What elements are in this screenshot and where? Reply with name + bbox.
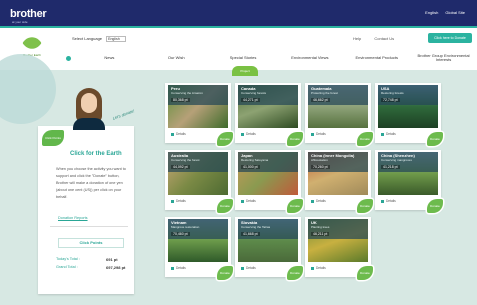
card-points: 44,271 pt: [241, 98, 260, 102]
card-points: 80,368 pt: [171, 98, 190, 102]
language-select[interactable]: Select Language English: [72, 36, 127, 42]
card-subtitle: Restoring forests: [381, 91, 404, 95]
project-card-japan[interactable]: Japan Restoring Satoyama 41,000 pt Detai…: [235, 150, 303, 213]
project-card-slovakia[interactable]: Slovakia Conserving the Tatras 41,668 pt…: [235, 217, 303, 280]
card-points: 44,092 pt: [171, 165, 190, 169]
click-points-button[interactable]: Click Points: [58, 238, 124, 248]
details-icon: [311, 199, 314, 203]
details-link[interactable]: Details: [381, 132, 396, 136]
details-link[interactable]: Details: [171, 199, 186, 203]
project-card-australia[interactable]: Australia Conserving the forest 44,092 p…: [165, 150, 233, 213]
brand-tagline: at your side: [12, 20, 28, 24]
details-link[interactable]: Details: [311, 199, 326, 203]
details-icon: [311, 266, 314, 270]
details-icon: [241, 132, 244, 136]
card-points: 41,218 pt: [381, 165, 400, 169]
card-subtitle: Conserving the Amazon: [171, 91, 203, 95]
details-link[interactable]: Details: [241, 266, 256, 270]
donation-reports-link[interactable]: Donation Reports: [58, 216, 88, 220]
sidebar-divider: [50, 226, 128, 227]
main-menu: News Our Wish Special Stories Environmen…: [60, 50, 477, 66]
card-subtitle: Afforestation: [311, 158, 328, 162]
home-icon: [66, 55, 71, 61]
card-subtitle: Protecting the forest: [311, 91, 338, 95]
language-select-label: Select Language: [72, 36, 103, 42]
card-points: 41,668 pt: [241, 232, 260, 236]
details-icon: [381, 132, 384, 136]
nav-special-stories[interactable]: Special Stories: [210, 56, 277, 60]
woman-portrait: [70, 88, 108, 130]
global-site-link[interactable]: Global Site: [445, 10, 465, 15]
language-links: English Global Site: [419, 10, 465, 15]
card-subtitle: Restoring Satoyama: [241, 158, 269, 162]
project-card-vietnam[interactable]: Vietnam Mangrove restoration 70,460 pt D…: [165, 217, 233, 280]
card-subtitle: Mangrove restoration: [171, 225, 200, 229]
card-subtitle: Conserving the Tatras: [241, 225, 271, 229]
help-link[interactable]: Help: [353, 36, 361, 41]
todays-total-label: Today's Total :: [56, 257, 80, 261]
grand-total-label: Grand Total :: [56, 265, 78, 269]
card-subtitle: Conserving forests: [241, 91, 267, 95]
sidebar-description: When you choose the activity you want to…: [56, 167, 126, 199]
grand-total-value: 697,298 pt: [106, 265, 126, 270]
details-link[interactable]: Details: [311, 132, 326, 136]
utility-links: Help Contact Us: [353, 36, 406, 41]
project-card-china-inner-mongolia[interactable]: China (Inner Mongolia) Afforestation 70,…: [305, 150, 373, 213]
nav-news[interactable]: News: [76, 56, 143, 60]
details-icon: [381, 199, 384, 203]
card-points: 46,211 pt: [311, 232, 330, 236]
details-icon: [171, 132, 174, 136]
project-card-china-shenzhen[interactable]: China (Shenzhen) Conserving mangroves 41…: [375, 150, 443, 213]
details-link[interactable]: Details: [171, 266, 186, 270]
project-card-canada[interactable]: Canada Conserving forests 44,271 pt Deta…: [235, 83, 303, 146]
lang-english-link[interactable]: English: [425, 10, 438, 15]
details-icon: [241, 266, 244, 270]
card-points: 41,000 pt: [241, 165, 260, 169]
details-link[interactable]: Details: [381, 199, 396, 203]
card-points: 72,748 pt: [381, 98, 400, 102]
card-points: 46,662 pt: [311, 98, 330, 102]
project-card-guatemala[interactable]: Guatemala Protecting the forest 46,662 p…: [305, 83, 373, 146]
card-points: 70,460 pt: [171, 232, 190, 236]
leaf-icon: [22, 33, 42, 53]
todays-total-value: 691 pt: [106, 257, 118, 262]
nav-brother-group[interactable]: Brother Group Environmental Interests: [410, 54, 477, 62]
project-tab[interactable]: Project: [232, 66, 258, 76]
card-subtitle: Conserving the forest: [171, 158, 200, 162]
main-header: Brother Earth Select Language English He…: [0, 28, 477, 70]
top-bar: brother at your side English Global Site: [0, 0, 477, 26]
details-link[interactable]: Details: [171, 132, 186, 136]
details-link[interactable]: Details: [241, 132, 256, 136]
details-icon: [241, 199, 244, 203]
nav-environmental-views[interactable]: Environmental Views: [276, 56, 343, 60]
details-link[interactable]: Details: [241, 199, 256, 203]
contact-link[interactable]: Contact Us: [374, 36, 394, 41]
details-icon: [171, 199, 174, 203]
card-subtitle: Conserving mangroves: [381, 158, 412, 162]
home-nav[interactable]: [66, 55, 74, 61]
card-subtitle: Planting trees: [311, 225, 330, 229]
nav-environmental-products[interactable]: Environmental Products: [343, 56, 410, 60]
language-select-box[interactable]: English: [106, 36, 127, 42]
project-card-peru[interactable]: Peru Conserving the Amazon 80,368 pt Det…: [165, 83, 233, 146]
details-icon: [171, 266, 174, 270]
donate-header-button[interactable]: Click here to Donate: [428, 33, 472, 43]
sidebar-title: Click for the Earth: [70, 151, 122, 157]
card-points: 70,260 pt: [311, 165, 330, 169]
project-card-uk[interactable]: UK Planting trees 46,211 pt Details Dona…: [305, 217, 373, 280]
project-card-usa[interactable]: USA Restoring forests 72,748 pt Details …: [375, 83, 443, 146]
details-link[interactable]: Details: [311, 266, 326, 270]
brother-logo[interactable]: brother: [10, 8, 47, 20]
details-icon: [311, 132, 314, 136]
nav-our-wish[interactable]: Our Wish: [143, 56, 210, 60]
